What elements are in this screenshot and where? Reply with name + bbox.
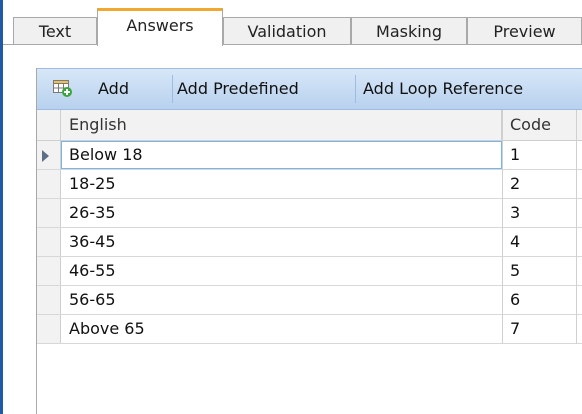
table-row[interactable]: 46-55 5 xyxy=(37,257,582,286)
table-row[interactable]: 18-25 2 xyxy=(37,170,582,199)
code-cell[interactable]: 5 xyxy=(502,257,552,285)
add-grid-icon xyxy=(53,80,72,97)
code-cell[interactable]: 6 xyxy=(502,286,552,314)
add-button[interactable]: Add xyxy=(37,69,171,109)
tab-preview[interactable]: Preview xyxy=(467,17,582,44)
english-cell[interactable]: 56-65 xyxy=(61,286,502,314)
english-cell[interactable]: 36-45 xyxy=(61,228,502,256)
code-cell[interactable]: 4 xyxy=(502,228,552,256)
english-cell[interactable]: Below 18 xyxy=(61,141,502,169)
tab-baseline xyxy=(3,44,582,45)
row-selector[interactable] xyxy=(37,199,61,227)
code-cell[interactable]: 7 xyxy=(502,315,552,343)
add-loop-reference-button[interactable]: Add Loop Reference xyxy=(363,69,582,109)
tab-text[interactable]: Text xyxy=(13,17,97,44)
row-selector[interactable] xyxy=(37,286,61,314)
row-selector[interactable] xyxy=(37,170,61,198)
english-cell[interactable]: 18-25 xyxy=(61,170,502,198)
answers-panel: Add Add Predefined Add Loop Reference En… xyxy=(36,68,582,414)
header-row-selector xyxy=(37,110,61,140)
grid-header-row: English Code xyxy=(37,110,582,141)
tab-masking[interactable]: Masking xyxy=(351,17,467,44)
column-header-english[interactable]: English xyxy=(61,110,502,140)
column-header-code[interactable]: Code xyxy=(502,110,582,140)
toolbar-separator xyxy=(355,75,356,103)
add-button-label: Add xyxy=(98,79,129,98)
tab-answers[interactable]: Answers xyxy=(97,8,223,46)
row-selector[interactable] xyxy=(37,141,61,169)
table-row[interactable]: 36-45 4 xyxy=(37,228,582,257)
english-cell[interactable]: Above 65 xyxy=(61,315,502,343)
toolbar: Add Add Predefined Add Loop Reference xyxy=(37,68,582,110)
row-selector[interactable] xyxy=(37,315,61,343)
toolbar-separator xyxy=(172,75,173,103)
row-selector[interactable] xyxy=(37,257,61,285)
table-row[interactable]: Below 18 1 xyxy=(37,141,582,170)
code-cell[interactable]: 2 xyxy=(502,170,552,198)
row-selector[interactable] xyxy=(37,228,61,256)
table-row[interactable]: Above 65 7 xyxy=(37,315,582,344)
window-border xyxy=(0,0,3,414)
table-row[interactable]: 26-35 3 xyxy=(37,199,582,228)
code-cell[interactable]: 3 xyxy=(502,199,552,227)
table-row[interactable]: 56-65 6 xyxy=(37,286,582,315)
column-divider xyxy=(576,110,577,344)
add-predefined-label: Add Predefined xyxy=(177,79,299,98)
add-predefined-button[interactable]: Add Predefined xyxy=(177,69,358,109)
tab-strip: Text Answers Validation Masking Preview xyxy=(3,0,582,50)
add-loop-reference-label: Add Loop Reference xyxy=(363,79,524,98)
column-divider xyxy=(502,110,503,344)
code-cell[interactable]: 1 xyxy=(502,141,552,169)
current-row-arrow-icon xyxy=(42,150,49,162)
english-cell[interactable]: 26-35 xyxy=(61,199,502,227)
english-cell[interactable]: 46-55 xyxy=(61,257,502,285)
tab-validation[interactable]: Validation xyxy=(223,17,351,44)
